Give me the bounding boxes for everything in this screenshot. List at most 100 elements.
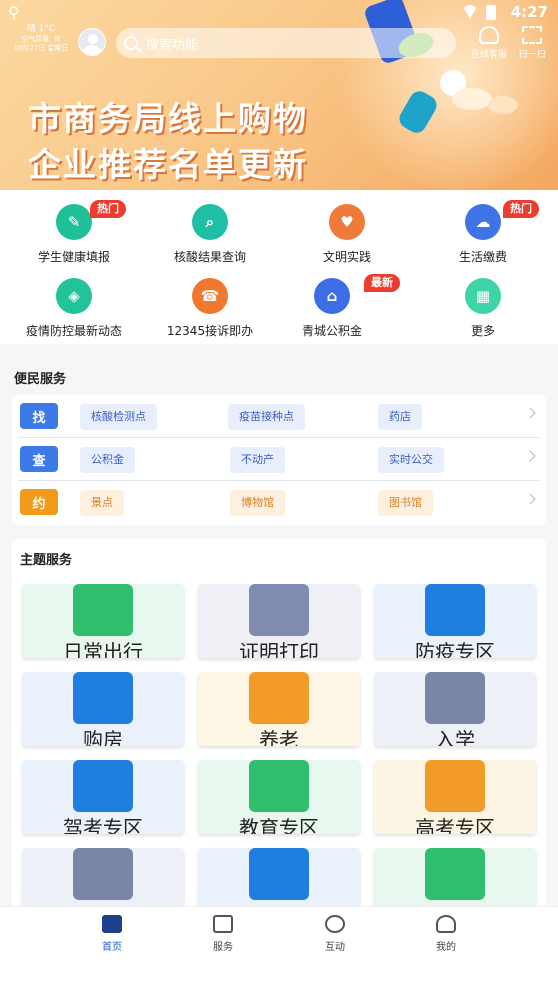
convenience-row-find[interactable]: 找 核酸检测点 疫苗接种点 药店 [12, 395, 546, 438]
tab-label: 服务 [213, 942, 233, 953]
printer-icon [249, 584, 309, 636]
theme-card-school-enrollment[interactable]: 入学 [374, 672, 536, 746]
quick-item-nucleic-result[interactable]: ⌕ 核酸结果查询 [140, 204, 280, 265]
quick-item-civilization[interactable]: ♥ 文明实践 [277, 204, 417, 265]
house-icon: ⌂ [314, 278, 350, 314]
weather-widget[interactable]: 晴 1°C 空气质量: 优 10月27日 星期日 [10, 24, 72, 53]
theme-card-daily-travel[interactable]: 日常出行 [22, 584, 184, 658]
theme-card-label: 高考专区 [415, 816, 495, 834]
tab-label: 我的 [436, 942, 456, 953]
app-screen: ⚲ 4:27 晴 1°C 空气质量: 优 10月27日 星期日 搜索功能 在线客… [0, 0, 558, 992]
tab-service[interactable]: 服务 [183, 915, 263, 953]
theme-card-label: 驾考专区 [63, 816, 143, 834]
quick-item-epidemic-news[interactable]: ◈ 疫情防控最新动态 [4, 278, 144, 339]
theme-card-certificate-print[interactable]: 证明打印 [198, 584, 360, 658]
scan-icon [522, 26, 542, 44]
quick-item-label: 文明实践 [322, 250, 371, 264]
eggs-illustration [488, 96, 518, 114]
find-tag: 找 [20, 403, 58, 429]
avatar-head [88, 34, 98, 44]
weather-date: 10月27日 星期日 [13, 44, 69, 52]
tab-mine[interactable]: 我的 [406, 915, 486, 953]
profile-icon [436, 915, 456, 933]
chip-housing-fund[interactable]: 公积金 [80, 447, 135, 473]
home-icon [102, 915, 122, 933]
tab-label: 首页 [102, 942, 122, 953]
scan-button[interactable]: 扫一扫 [514, 26, 550, 60]
recruit-icon [249, 848, 309, 900]
banner-line-1: 市商务局线上购物 [28, 99, 308, 138]
quick-item-label: 青城公积金 [301, 324, 362, 338]
tab-home[interactable]: 首页 [72, 915, 152, 953]
scan-label: 扫一扫 [518, 50, 546, 60]
clock: 4:27 [510, 3, 548, 21]
quick-access-grid: ✎ 热门 学生健康填报 ⌕ 核酸结果查询 ♥ 文明实践 ☁ 热门 生活缴费 ◈ … [0, 190, 558, 344]
theme-card-education-zone[interactable]: 教育专区 [198, 760, 360, 834]
banner-line-2: 企业推荐名单更新 [28, 145, 308, 184]
exam-icon [425, 760, 485, 812]
chevron-right-icon [524, 493, 536, 505]
book-tag: 约 [20, 489, 58, 515]
student-icon [425, 672, 485, 724]
chip-realtime-bus[interactable]: 实时公交 [378, 447, 444, 473]
bottom-tab-bar: 首页 服务 互动 我的 [0, 906, 558, 992]
search-input[interactable]: 搜索功能 [116, 28, 456, 58]
status-bar: ⚲ 4:27 [0, 0, 558, 26]
chip-pharmacy[interactable]: 药店 [378, 404, 422, 430]
education-icon [249, 760, 309, 812]
service-icon [213, 915, 233, 933]
app-icon: ⚲ [8, 3, 20, 22]
avatar[interactable] [78, 28, 106, 56]
hot-badge: 热门 [503, 200, 539, 218]
theme-card-label: 日常出行 [63, 640, 143, 658]
theme-card-label: 教育专区 [239, 816, 319, 834]
quick-item-housing-fund[interactable]: ⌂ 最新 青城公积金 [262, 274, 402, 339]
promo-banner[interactable]: ⚲ 4:27 晴 1°C 空气质量: 优 10月27日 星期日 搜索功能 在线客… [0, 0, 558, 190]
theme-card-house-purchase[interactable]: 购房 [22, 672, 184, 746]
theme-card-epidemic-zone[interactable]: 防疫专区 [374, 584, 536, 658]
graduation-cap-icon [73, 848, 133, 900]
building-icon [73, 672, 133, 724]
status-icons [462, 5, 496, 20]
theme-card-gaokao-zone[interactable]: 高考专区 [374, 760, 536, 834]
shield-search-icon: ⌕ [192, 204, 228, 240]
query-tag: 查 [20, 446, 58, 472]
tab-interaction[interactable]: 互动 [295, 915, 375, 953]
bus-icon [73, 584, 133, 636]
form-icon: ✎ [56, 204, 92, 240]
quick-item-more[interactable]: ▦ 更多 [413, 278, 553, 339]
customer-service-label: 在线客服 [470, 50, 507, 60]
theme-card-elderly-care[interactable]: 养老 [198, 672, 360, 746]
theme-card-graduation[interactable] [22, 848, 184, 909]
convenience-row-query[interactable]: 查 公积金 不动产 实时公交 [12, 438, 546, 481]
quick-item-label: 更多 [470, 324, 495, 338]
chip-scenic-spot[interactable]: 景点 [80, 490, 124, 516]
grid-icon: ▦ [465, 278, 501, 314]
medical-kit-icon [425, 584, 485, 636]
chevron-right-icon [524, 407, 536, 419]
cloud-pay-icon: ☁ [465, 204, 501, 240]
hotline-icon: ☎ [192, 278, 228, 314]
chip-museum[interactable]: 博物馆 [230, 490, 285, 516]
theme-card-recruitment[interactable] [198, 848, 360, 909]
quick-item-12345-hotline[interactable]: ☎ 12345接诉即办 [140, 278, 280, 339]
leaf-icon: ◈ [56, 278, 92, 314]
quick-item-student-health[interactable]: ✎ 热门 学生健康填报 [4, 200, 144, 265]
chip-library[interactable]: 图书馆 [378, 490, 433, 516]
convenience-row-book[interactable]: 约 景点 博物馆 图书馆 [12, 481, 546, 524]
eggs-illustration [452, 88, 492, 110]
chip-nucleic-test-site[interactable]: 核酸检测点 [80, 404, 157, 430]
theme-card-label: 购房 [83, 728, 123, 746]
customer-service-button[interactable]: 在线客服 [466, 26, 512, 60]
chip-vaccination-site[interactable]: 疫苗接种点 [228, 404, 305, 430]
chevron-right-icon [524, 450, 536, 462]
new-badge: 最新 [364, 274, 400, 292]
theme-title: 主题服务 [20, 553, 73, 568]
quick-item-utility-payment[interactable]: ☁ 热门 生活缴费 [413, 200, 553, 265]
search-placeholder: 搜索功能 [146, 37, 199, 53]
air-quality: 空气质量: 优 [21, 35, 61, 44]
convenience-title: 便民服务 [14, 372, 67, 387]
theme-card-driving-test[interactable]: 驾考专区 [22, 760, 184, 834]
chip-real-estate[interactable]: 不动产 [230, 447, 285, 473]
theme-card-family[interactable] [374, 848, 536, 909]
